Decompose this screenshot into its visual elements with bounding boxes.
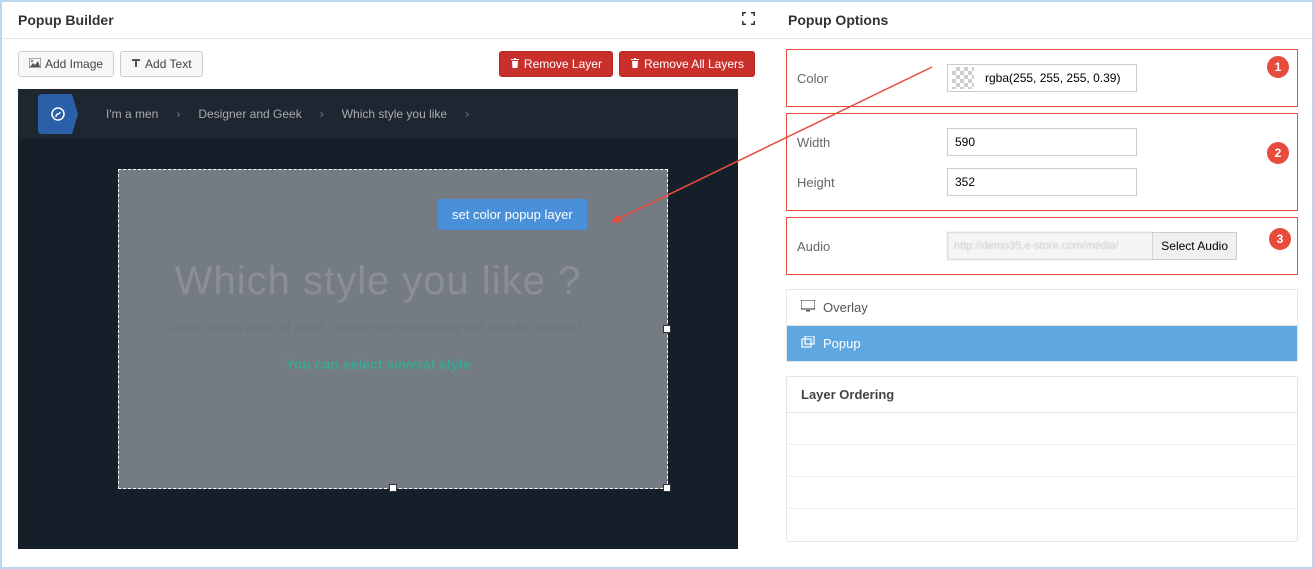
audio-path-display: http://demo35.e-store.com/media/ <box>947 232 1152 260</box>
canvas-nav: I'm a men › Designer and Geek › Which st… <box>18 89 738 139</box>
layer-row-empty[interactable] <box>787 477 1297 509</box>
monitor-icon <box>801 300 815 315</box>
annotation-badge-2: 2 <box>1267 142 1289 164</box>
color-label: Color <box>797 71 947 86</box>
image-icon <box>29 57 41 71</box>
canvas-subtitle: lorem ipsum dolor sit amet, consectetur … <box>118 318 638 339</box>
options-title: Popup Options <box>788 12 888 28</box>
section-popup[interactable]: Popup <box>787 326 1297 361</box>
resize-handle-bottom[interactable] <box>389 484 397 492</box>
layer-row-empty[interactable] <box>787 413 1297 445</box>
remove-layer-button[interactable]: Remove Layer <box>499 51 613 77</box>
width-label: Width <box>797 135 947 150</box>
text-icon <box>131 57 141 71</box>
audio-group: Audio http://demo35.e-store.com/media/ S… <box>786 217 1298 275</box>
annotation-badge-3: 3 <box>1269 228 1291 250</box>
breadcrumb-item: Designer and Geek <box>198 107 301 121</box>
layer-ordering-title: Layer Ordering <box>787 377 1297 413</box>
height-label: Height <box>797 175 947 190</box>
layer-row-empty[interactable] <box>787 509 1297 541</box>
breadcrumb-item: Which style you like <box>342 107 447 121</box>
annotation-badge-1: 1 <box>1267 56 1289 78</box>
remove-all-layers-button[interactable]: Remove All Layers <box>619 51 755 77</box>
popup-icon <box>801 336 815 351</box>
color-swatch-icon <box>952 67 974 89</box>
height-input[interactable] <box>947 168 1137 196</box>
color-field[interactable] <box>947 64 1137 92</box>
chevron-right-icon: › <box>176 107 180 121</box>
size-group: Width Height 2 <box>786 113 1298 211</box>
color-input[interactable] <box>978 66 1136 90</box>
chevron-right-icon: › <box>320 107 324 121</box>
trash-icon <box>510 57 520 71</box>
builder-header: Popup Builder <box>2 2 771 39</box>
canvas-tagline: You can select several style <box>118 353 638 375</box>
trash-icon <box>630 57 640 71</box>
logo-icon <box>38 94 78 134</box>
color-group: Color 1 <box>786 49 1298 107</box>
resize-handle-corner[interactable] <box>663 484 671 492</box>
expand-icon[interactable] <box>742 12 755 28</box>
breadcrumb-item: I'm a men <box>106 107 158 121</box>
canvas-title: Which style you like ? <box>118 259 638 304</box>
audio-label: Audio <box>797 239 947 254</box>
layer-row-empty[interactable] <box>787 445 1297 477</box>
width-input[interactable] <box>947 128 1137 156</box>
select-audio-button[interactable]: Select Audio <box>1152 232 1237 260</box>
section-list: Overlay Popup <box>786 289 1298 362</box>
add-image-button[interactable]: Add Image <box>18 51 114 77</box>
section-overlay[interactable]: Overlay <box>787 290 1297 326</box>
callout-label: set color popup layer <box>438 199 587 230</box>
builder-title: Popup Builder <box>18 12 114 28</box>
layer-ordering-panel: Layer Ordering <box>786 376 1298 542</box>
canvas[interactable]: I'm a men › Designer and Geek › Which st… <box>18 89 738 549</box>
toolbar: Add Image Add Text Remove Layer <box>2 39 771 89</box>
add-text-button[interactable]: Add Text <box>120 51 202 77</box>
canvas-content: Which style you like ? lorem ipsum dolor… <box>118 259 638 375</box>
options-header: Popup Options <box>772 2 1312 39</box>
chevron-right-icon: › <box>465 107 469 121</box>
resize-handle-right[interactable] <box>663 325 671 333</box>
